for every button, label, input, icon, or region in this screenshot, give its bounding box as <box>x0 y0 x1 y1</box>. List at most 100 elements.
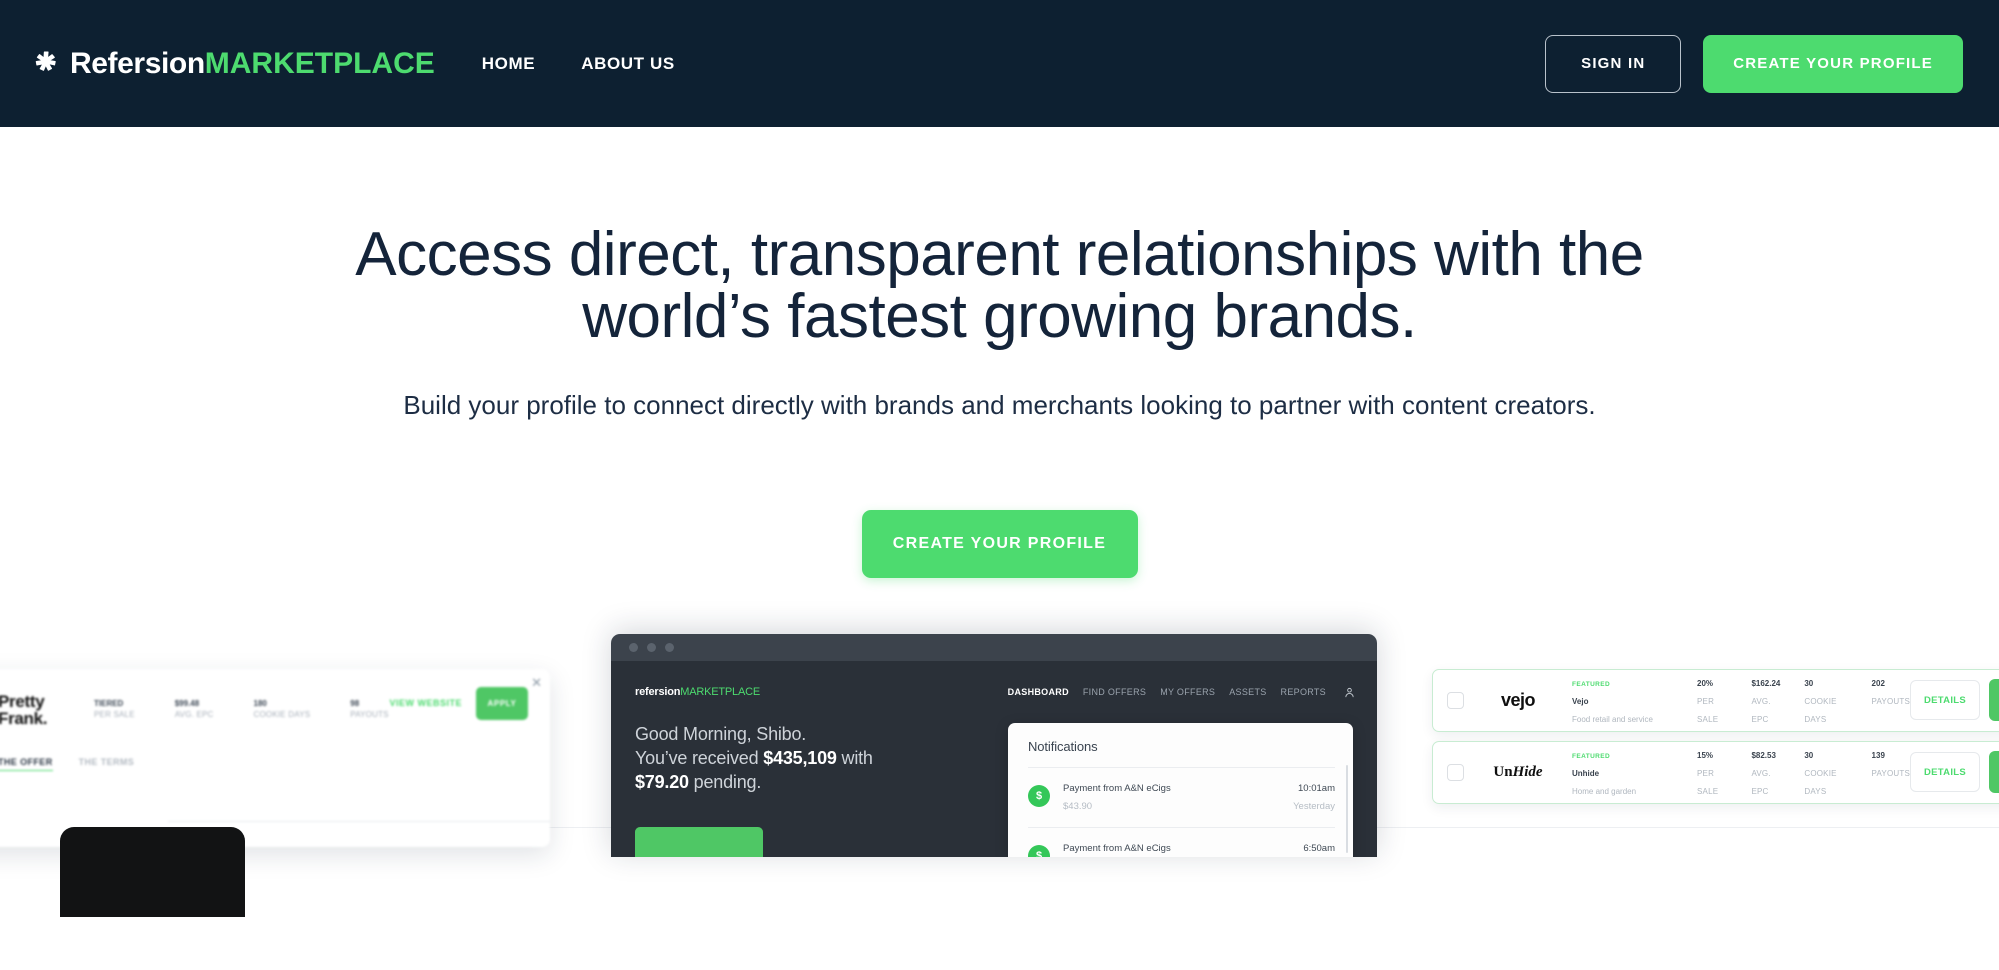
stat-value: $162.24 <box>1751 679 1781 689</box>
offers-list: vejo FEATURED Vejo Food retail and servi… <box>1432 668 1999 813</box>
dashboard-nav-assets[interactable]: ASSETS <box>1229 687 1266 697</box>
nav-item-about-us[interactable]: ABOUT US <box>581 54 675 74</box>
left-card-actions: VIEW WEBSITE APPLY <box>389 686 528 720</box>
offer-name-block: FEATURED Unhide Home and garden <box>1572 745 1697 799</box>
stat-label: AVG. EPC <box>174 709 214 719</box>
stat-value: 202 <box>1871 679 1885 689</box>
main-nav: HOME ABOUT US <box>482 54 675 74</box>
notification-text: Payment from A&N eCigs $43.90 <box>1063 838 1171 857</box>
left-card-tabs: THE OFFER THE TERMS <box>0 727 550 771</box>
stat-value: 15% <box>1697 751 1714 761</box>
notification-meta: 6:50am Yesterday <box>1293 838 1335 857</box>
window-close-dot-icon[interactable] <box>629 642 638 652</box>
dashboard-greeting-block: Good Morning, Shibo. You’ve received $43… <box>611 698 991 795</box>
left-card-top: Pretty Frank. TIERED PER SALE $99.48 AVG… <box>0 669 550 727</box>
stat-label: PER SALE <box>1697 769 1719 797</box>
browser-mockup: refersionMARKETPLACE DASHBOARD FIND OFFE… <box>611 633 1377 857</box>
brand-logo[interactable]: RefersionMARKETPLACE <box>31 46 435 80</box>
dashboard-nav-my-offers[interactable]: MY OFFERS <box>1160 687 1215 697</box>
window-minimize-dot-icon[interactable] <box>647 642 656 652</box>
user-avatar-icon[interactable] <box>1344 687 1355 698</box>
offer-category: Food retail and service <box>1572 715 1653 725</box>
header-actions: SIGN IN CREATE YOUR PROFILE <box>1545 34 1963 93</box>
offer-stats: 15% PER SALE $82.53 AVG. EPC 30 COOKIE D… <box>1697 745 1910 799</box>
create-profile-hero-button[interactable]: CREATE YOUR PROFILE <box>861 509 1138 578</box>
dashboard-pending-line: $79.20 pending. <box>635 770 991 794</box>
earnings-amount: $435,109 <box>763 748 837 769</box>
stat-label: PAYOUTS <box>350 709 389 719</box>
offer-stat: 20% PER SALE <box>1697 673 1729 727</box>
notifications-panel: Notifications $ Payment from A&N eCigs $… <box>1008 722 1353 857</box>
site-header: RefersionMARKETPLACE HOME ABOUT US SIGN … <box>0 0 1999 127</box>
stat-value: 98 <box>350 698 360 708</box>
left-card-brand-logo: Pretty Frank. <box>0 693 68 727</box>
details-button[interactable]: DETAILS <box>1910 680 1980 721</box>
dollar-coin-icon: $ <box>1028 844 1050 857</box>
details-button[interactable]: DETAILS <box>1910 752 1980 793</box>
nav-item-home[interactable]: HOME <box>482 54 535 74</box>
stat-value: 30 <box>1804 679 1814 689</box>
page-title: Access direct, transparent relationships… <box>300 127 1700 348</box>
dashboard-nav-find-offers[interactable]: FIND OFFERS <box>1083 687 1146 697</box>
offer-stat: 30 COOKIE DAYS <box>1804 745 1849 799</box>
stat-value: 139 <box>1871 751 1885 761</box>
close-icon[interactable]: ✕ <box>531 675 542 691</box>
notification-text: Payment from A&N eCigs $43.90 <box>1063 778 1171 814</box>
offer-category: Home and garden <box>1572 787 1637 797</box>
offer-row[interactable]: UnHide FEATURED Unhide Home and garden 1… <box>1432 740 1999 804</box>
stat-value: 180 <box>253 698 267 708</box>
earnings-mid: with <box>836 748 873 769</box>
offer-stat: 15% PER SALE <box>1697 745 1729 799</box>
notification-meta: 10:01am Yesterday <box>1293 778 1335 814</box>
offer-checkbox[interactable] <box>1447 691 1464 709</box>
pending-suffix: pending. <box>688 772 762 793</box>
stat-label: COOKIE DAYS <box>1804 697 1837 725</box>
featured-badge: FEATURED <box>1572 753 1611 761</box>
window-maximize-dot-icon[interactable] <box>665 642 674 652</box>
dashboard-logo-suffix: MARKETPLACE <box>680 685 760 698</box>
offer-brand-logo: vejo <box>1500 690 1536 711</box>
brand-name: Refersion <box>70 46 205 80</box>
offer-brand-logo: UnHide <box>1493 763 1543 780</box>
sign-in-button[interactable]: SIGN IN <box>1545 34 1682 93</box>
notification-day: Yesterday <box>1293 800 1335 812</box>
left-card-stats: TIERED PER SALE $99.48 AVG. EPC 180 COOK… <box>94 699 389 721</box>
scrollbar[interactable] <box>1345 764 1348 853</box>
stat-value: TIERED <box>94 698 124 708</box>
notifications-title: Notifications <box>1028 738 1098 754</box>
phone-mockup <box>60 826 245 917</box>
stat-label: PER SALE <box>94 709 135 719</box>
dashboard-primary-button[interactable] <box>635 826 763 857</box>
tab-the-offer[interactable]: THE OFFER <box>0 757 53 771</box>
offer-checkbox[interactable] <box>1447 763 1464 781</box>
view-website-link[interactable]: VIEW WEBSITE <box>389 698 462 708</box>
dashboard-screen: refersionMARKETPLACE DASHBOARD FIND OFFE… <box>611 660 1377 857</box>
apply-button[interactable]: APPLY <box>1989 751 1999 794</box>
divider <box>168 820 550 822</box>
offer-stat: 30 COOKIE DAYS <box>1804 673 1849 727</box>
hero-subtitle: Build your profile to connect directly w… <box>403 390 1596 420</box>
stat-label: PAYOUTS <box>1871 697 1910 707</box>
stat-label: AVG. EPC <box>1751 697 1771 725</box>
dashboard-greeting: Good Morning, Shibo. <box>635 723 807 744</box>
notification-item[interactable]: $ Payment from A&N eCigs $43.90 6:50am Y… <box>1008 828 1353 857</box>
earnings-prefix: You’ve received <box>635 748 764 769</box>
apply-button[interactable]: APPLY <box>476 686 528 720</box>
dollar-coin-icon: $ <box>1028 784 1050 807</box>
hero-title-line-2: world’s fastest growing brands. <box>582 282 1417 351</box>
dashboard-nav-dashboard[interactable]: DASHBOARD <box>1008 687 1069 697</box>
apply-button[interactable]: APPLY <box>1989 679 1999 722</box>
dashboard-earnings-line: You’ve received $435,109 with <box>635 746 991 770</box>
stat-label: PAYOUTS <box>1871 769 1910 779</box>
left-card-stat: $99.48 AVG. EPC <box>175 699 214 721</box>
notification-title: Payment from A&N eCigs <box>1063 842 1171 854</box>
dashboard-logo: refersionMARKETPLACE <box>635 685 760 698</box>
left-card-stat: 98 PAYOUTS <box>350 699 388 721</box>
create-profile-header-button[interactable]: CREATE YOUR PROFILE <box>1703 34 1963 93</box>
tab-the-terms[interactable]: THE TERMS <box>79 757 135 771</box>
dashboard-nav-reports[interactable]: REPORTS <box>1281 687 1326 697</box>
offer-brand-name: Vejo <box>1572 697 1589 707</box>
left-card-logo-line-2: Frank. <box>0 708 48 728</box>
offer-row[interactable]: vejo FEATURED Vejo Food retail and servi… <box>1432 668 1999 732</box>
notification-item[interactable]: $ Payment from A&N eCigs $43.90 10:01am … <box>1008 768 1353 814</box>
